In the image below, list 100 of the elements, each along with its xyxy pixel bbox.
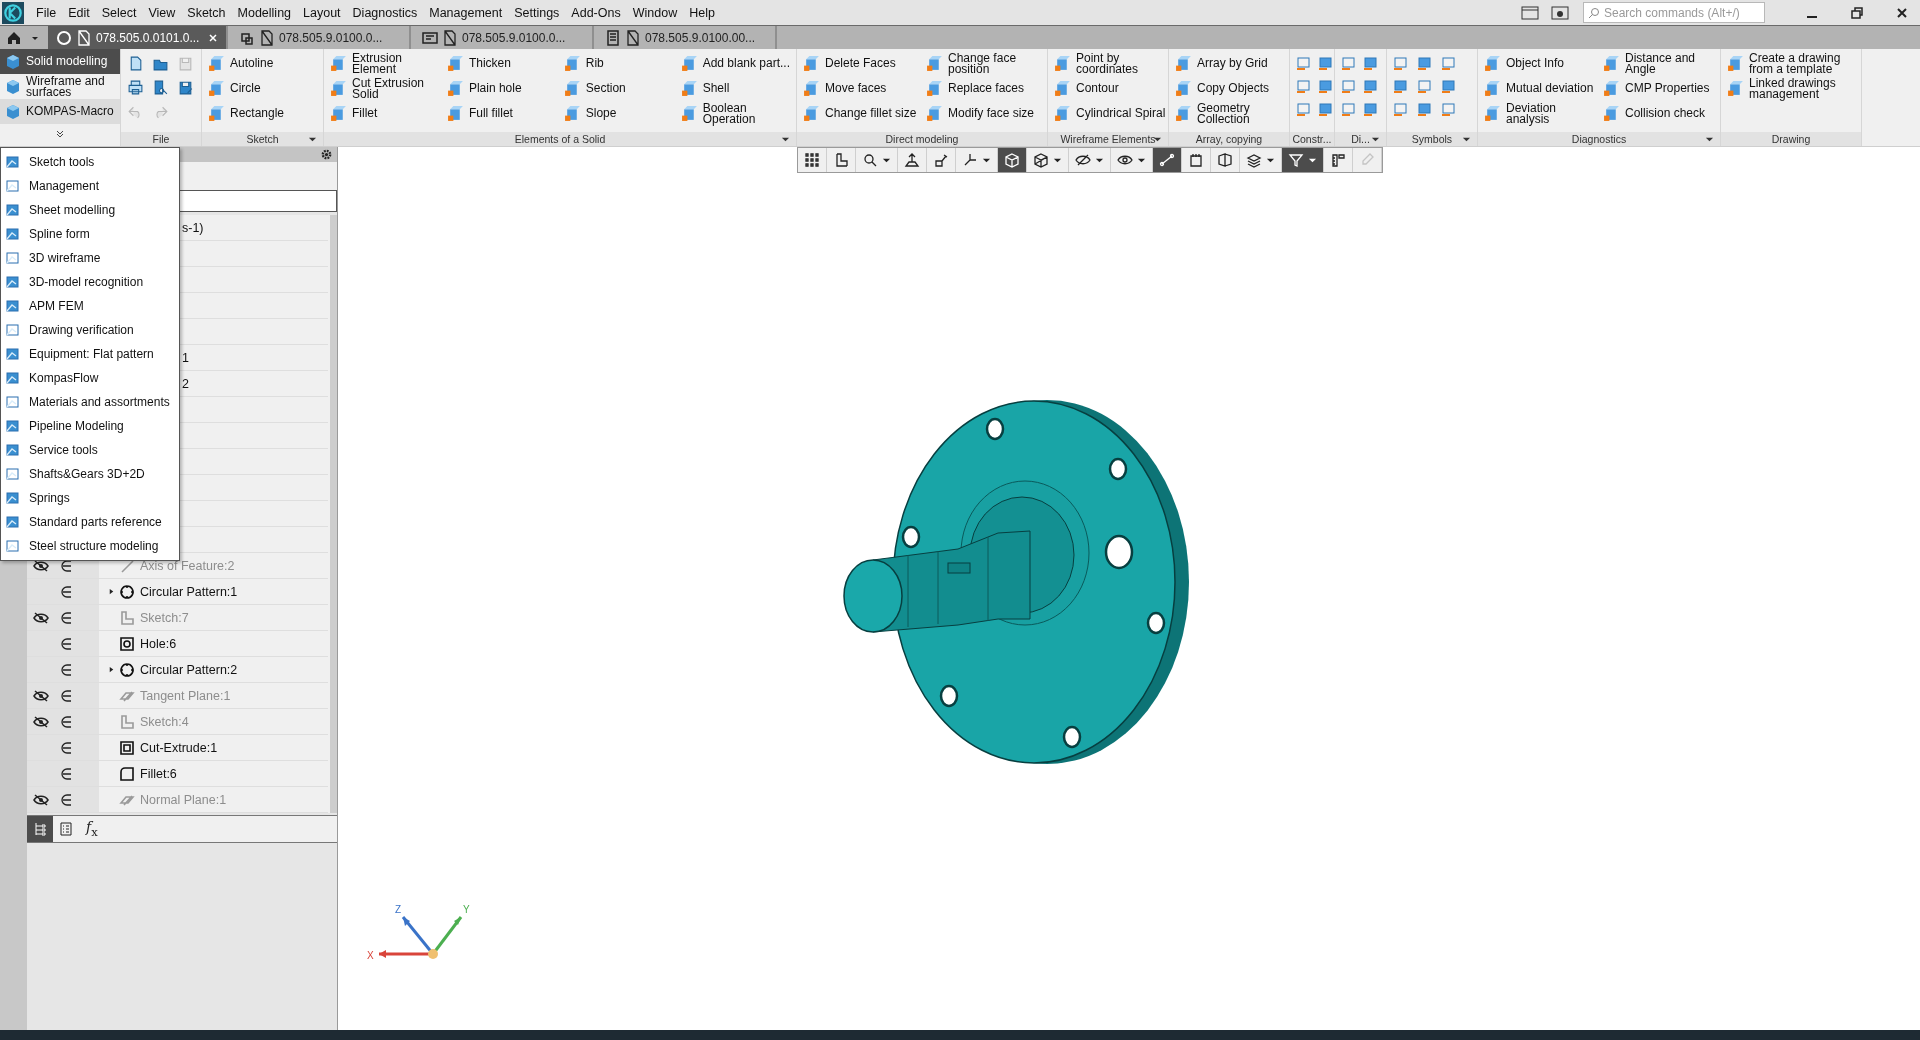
ribbon-button[interactable]: Collision check bbox=[1601, 101, 1716, 126]
ribbon-button[interactable]: Contour bbox=[1052, 76, 1168, 101]
ribbon-button[interactable]: Autoline bbox=[206, 51, 319, 76]
mode-button[interactable]: Solid modelling bbox=[0, 49, 120, 74]
menu-item[interactable]: Help bbox=[683, 5, 721, 20]
menu-item[interactable]: Service tools bbox=[1, 438, 179, 462]
tree-row[interactable]: Circular Pattern:1 bbox=[27, 579, 328, 605]
tool-icon[interactable] bbox=[1363, 101, 1379, 117]
ribbon-button[interactable]: Change face position bbox=[924, 51, 1043, 76]
ribbon-button[interactable]: CMP Properties bbox=[1601, 76, 1716, 101]
menu-item[interactable]: Pipeline Modeling bbox=[1, 414, 179, 438]
ribbon-button[interactable]: Boolean Operation bbox=[678, 101, 792, 126]
menu-item[interactable]: APM FEM bbox=[1, 294, 179, 318]
tool-icon[interactable] bbox=[1363, 55, 1379, 71]
ribbon-button[interactable]: Distance and Angle bbox=[1601, 51, 1716, 76]
scrollbar[interactable] bbox=[330, 215, 337, 813]
filter-button[interactable] bbox=[1282, 148, 1324, 172]
menu-item[interactable]: Shafts&Gears 3D+2D bbox=[1, 462, 179, 486]
menu-item[interactable]: Sheet modelling bbox=[1, 198, 179, 222]
ribbon-button[interactable]: Plain hole bbox=[444, 76, 558, 101]
tree-row[interactable]: Circular Pattern:2 bbox=[27, 657, 328, 683]
caret-icon[interactable] bbox=[1462, 135, 1471, 144]
menu-item[interactable]: Sketch bbox=[181, 5, 232, 20]
ribbon-button[interactable]: Deviation analysis bbox=[1482, 101, 1597, 126]
tool-icon[interactable] bbox=[1363, 78, 1379, 94]
ribbon-button[interactable]: Shell bbox=[678, 76, 792, 101]
settings-icon[interactable] bbox=[1551, 5, 1569, 20]
close-icon[interactable] bbox=[208, 32, 218, 43]
ribbon-button[interactable]: Section bbox=[561, 76, 675, 101]
menu-item[interactable]: Edit bbox=[62, 5, 96, 20]
menu-item[interactable]: Standard parts reference bbox=[1, 510, 179, 534]
ribbon-button[interactable]: Point by coordinates bbox=[1052, 51, 1168, 76]
menu-item[interactable]: Settings bbox=[508, 5, 566, 20]
hidden-eye-icon[interactable] bbox=[33, 793, 49, 806]
menu-item[interactable]: Window bbox=[626, 5, 684, 20]
saveas-icon[interactable] bbox=[177, 79, 194, 96]
caret-icon[interactable] bbox=[308, 135, 317, 144]
tool-icon[interactable] bbox=[1417, 55, 1433, 71]
close-button[interactable] bbox=[1895, 5, 1909, 20]
tool-icon[interactable] bbox=[1318, 78, 1334, 94]
caret-icon[interactable] bbox=[1371, 135, 1380, 144]
tree-row[interactable]: Cut-Extrude:1 bbox=[27, 735, 328, 761]
menu-item[interactable]: Select bbox=[95, 5, 143, 20]
include-icon[interactable] bbox=[61, 558, 73, 573]
ribbon-button[interactable]: Copy Objects bbox=[1173, 76, 1285, 101]
ribbon-button[interactable]: Rib bbox=[561, 51, 675, 76]
caret-icon[interactable] bbox=[1705, 135, 1714, 144]
hidden-eye-icon[interactable] bbox=[33, 559, 49, 572]
menu-item[interactable]: Layout bbox=[297, 5, 347, 20]
settings-icon[interactable] bbox=[320, 148, 333, 161]
formula-tab[interactable]: f$_{x}$ bbox=[79, 816, 105, 842]
document-tab[interactable]: 078.505.0.0101.0... bbox=[48, 26, 228, 49]
menu-item[interactable]: Add-Ons bbox=[565, 5, 627, 20]
include-icon[interactable] bbox=[61, 766, 73, 781]
menu-item[interactable]: Drawing verification bbox=[1, 318, 179, 342]
menu-item[interactable]: Equipment: Flat pattern bbox=[1, 342, 179, 366]
ribbon-button[interactable]: Object Info bbox=[1482, 51, 1597, 76]
tool-icon[interactable] bbox=[1318, 55, 1334, 71]
tool-icon[interactable] bbox=[1318, 101, 1334, 117]
caret-icon[interactable] bbox=[1153, 135, 1162, 144]
ribbon-button[interactable]: Fillet bbox=[328, 101, 441, 126]
menu-item[interactable]: View bbox=[142, 5, 182, 20]
menu-item[interactable]: Modelling bbox=[231, 5, 298, 20]
print-icon[interactable] bbox=[127, 79, 144, 96]
home-icon[interactable] bbox=[6, 29, 22, 46]
expand-icon[interactable] bbox=[108, 666, 115, 673]
include-icon[interactable] bbox=[61, 688, 73, 703]
mode-button[interactable]: KOMPAS-Macro bbox=[0, 99, 120, 124]
tool-icon[interactable] bbox=[1393, 78, 1409, 94]
ribbon-button[interactable]: Array by Grid bbox=[1173, 51, 1285, 76]
hidden-eye-icon[interactable] bbox=[33, 611, 49, 624]
include-icon[interactable] bbox=[61, 610, 73, 625]
menu-item[interactable]: 3D wireframe bbox=[1, 246, 179, 270]
menu-item[interactable]: Management bbox=[1, 174, 179, 198]
ribbon-button[interactable]: Linked drawings management bbox=[1725, 76, 1857, 101]
ribbon-button[interactable]: Cylindrical Spiral bbox=[1052, 101, 1168, 126]
ribbon-button[interactable]: Geometry Collection bbox=[1173, 101, 1285, 126]
window-icon[interactable] bbox=[1521, 5, 1539, 20]
include-icon[interactable] bbox=[61, 792, 73, 807]
ribbon-button[interactable]: Rectangle bbox=[206, 101, 319, 126]
menu-item[interactable]: Management bbox=[423, 5, 509, 20]
include-icon[interactable] bbox=[61, 584, 73, 599]
ribbon-button[interactable]: Delete Faces bbox=[801, 51, 920, 76]
ribbon-button[interactable]: Change fillet size bbox=[801, 101, 920, 126]
shaded-button[interactable] bbox=[998, 148, 1027, 172]
include-icon[interactable] bbox=[61, 714, 73, 729]
menu-item[interactable]: Materials and assortments bbox=[1, 390, 179, 414]
include-icon[interactable] bbox=[61, 740, 73, 755]
tree-row[interactable]: Fillet:6 bbox=[27, 761, 328, 787]
tree-tab[interactable] bbox=[27, 816, 53, 842]
expand-icon[interactable] bbox=[108, 588, 115, 595]
ribbon-button[interactable]: Add blank part... bbox=[678, 51, 792, 76]
ribbon-button[interactable]: Mutual deviation bbox=[1482, 76, 1597, 101]
menu-item[interactable]: Sketch tools bbox=[1, 150, 179, 174]
ribbon-button[interactable]: Cut Extrusion Solid bbox=[328, 76, 441, 101]
ribbon-button[interactable]: Move faces bbox=[801, 76, 920, 101]
tool-icon[interactable] bbox=[1441, 78, 1457, 94]
menu-item[interactable]: File bbox=[30, 5, 63, 20]
include-icon[interactable] bbox=[61, 636, 73, 651]
menu-item[interactable]: 3D-model recognition bbox=[1, 270, 179, 294]
